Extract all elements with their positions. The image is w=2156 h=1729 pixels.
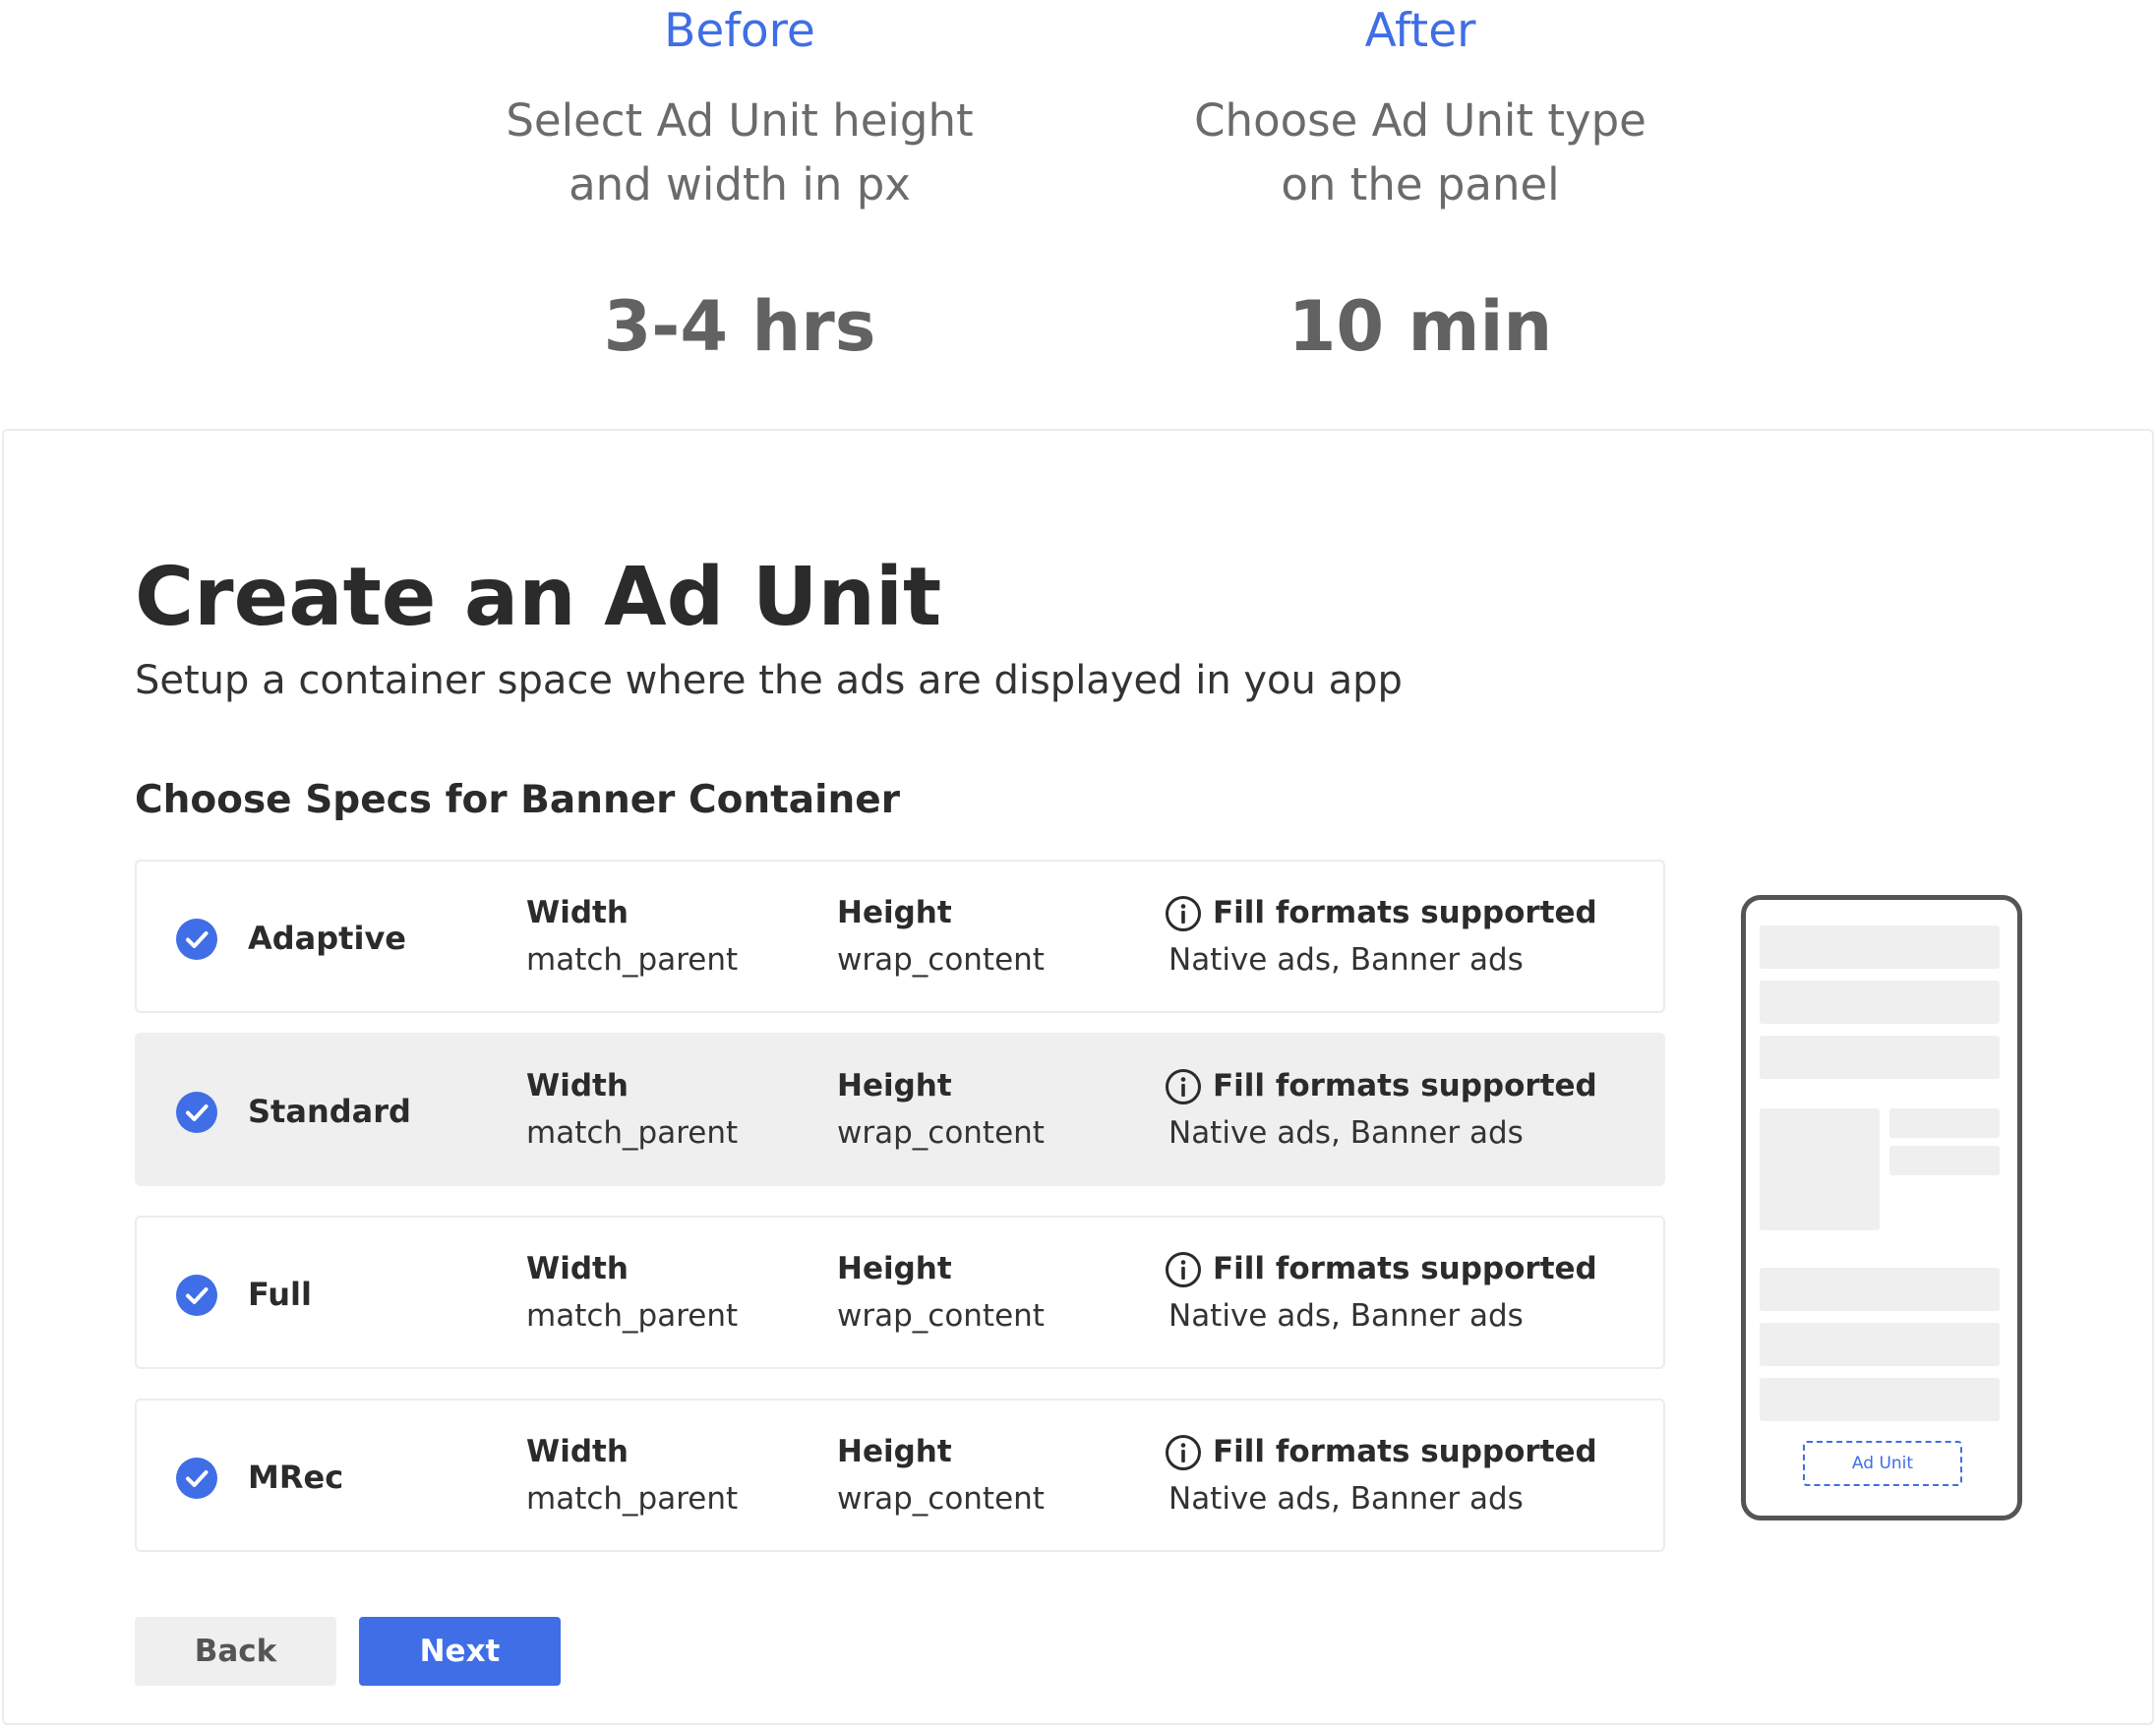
info-icon[interactable] xyxy=(1165,895,1202,932)
placeholder-block xyxy=(1760,1378,2000,1421)
placeholder-block xyxy=(1760,1268,2000,1311)
check-circle-icon[interactable] xyxy=(176,1092,217,1133)
spec-option-name: Standard xyxy=(248,1093,411,1130)
placeholder-line xyxy=(1889,1108,2000,1138)
height-label: Height xyxy=(837,1434,952,1469)
before-time: 3-4 hrs xyxy=(603,286,876,367)
after-label: After xyxy=(1364,4,1476,58)
fill-formats-label: Fill formats supported xyxy=(1213,1434,1597,1469)
after-desc-line-2: on the panel xyxy=(1281,158,1560,210)
width-value: match_parent xyxy=(526,942,739,978)
placeholder-block xyxy=(1760,981,2000,1024)
next-button[interactable]: Next xyxy=(359,1617,561,1686)
placeholder-block xyxy=(1760,1323,2000,1366)
info-icon[interactable] xyxy=(1165,1068,1202,1105)
fill-formats-value: Native ads, Banner ads xyxy=(1168,1115,1524,1151)
spec-option-full[interactable]: Full Width match_parent Height wrap_cont… xyxy=(135,1216,1665,1369)
width-label: Width xyxy=(526,1068,629,1103)
spec-option-mrec[interactable]: MRec Width match_parent Height wrap_cont… xyxy=(135,1399,1665,1552)
width-value: match_parent xyxy=(526,1298,739,1334)
check-circle-icon[interactable] xyxy=(176,1275,217,1316)
after-description: Choose Ad Unit type on the panel xyxy=(1106,89,1735,216)
before-description: Select Ad Unit height and width in px xyxy=(425,89,1054,216)
width-label: Width xyxy=(526,1251,629,1286)
info-icon[interactable] xyxy=(1165,1251,1202,1288)
placeholder-line xyxy=(1889,1146,2000,1175)
placeholder-block xyxy=(1760,925,2000,969)
phone-preview: Ad Unit xyxy=(1741,895,2022,1520)
spec-option-name: Adaptive xyxy=(248,920,406,957)
fill-formats-label: Fill formats supported xyxy=(1213,1251,1597,1286)
height-label: Height xyxy=(837,895,952,930)
info-icon[interactable] xyxy=(1165,1434,1202,1471)
ad-unit-slot: Ad Unit xyxy=(1803,1441,1962,1486)
section-title: Choose Specs for Banner Container xyxy=(135,778,900,822)
height-value: wrap_content xyxy=(837,1298,1045,1334)
width-label: Width xyxy=(526,895,629,930)
spec-option-name: MRec xyxy=(248,1459,344,1496)
spec-option-standard[interactable]: Standard Width match_parent Height wrap_… xyxy=(135,1033,1665,1186)
height-label: Height xyxy=(837,1251,952,1286)
height-value: wrap_content xyxy=(837,1481,1045,1517)
after-time: 10 min xyxy=(1288,286,1553,367)
height-label: Height xyxy=(837,1068,952,1103)
spec-option-adaptive[interactable]: Adaptive Width match_parent Height wrap_… xyxy=(135,860,1665,1013)
fill-formats-value: Native ads, Banner ads xyxy=(1168,1481,1524,1517)
create-ad-unit-card: Create an Ad Unit Setup a container spac… xyxy=(2,429,2154,1725)
comparison-header: Before Select Ad Unit height and width i… xyxy=(0,0,2156,429)
spec-option-name: Full xyxy=(248,1276,312,1313)
before-desc-line-2: and width in px xyxy=(569,158,911,210)
height-value: wrap_content xyxy=(837,942,1045,978)
width-value: match_parent xyxy=(526,1481,739,1517)
fill-formats-label: Fill formats supported xyxy=(1213,895,1597,930)
page-subtitle: Setup a container space where the ads ar… xyxy=(135,658,1403,703)
fill-formats-value: Native ads, Banner ads xyxy=(1168,942,1524,978)
placeholder-image xyxy=(1760,1108,1880,1230)
width-value: match_parent xyxy=(526,1115,739,1151)
width-label: Width xyxy=(526,1434,629,1469)
fill-formats-label: Fill formats supported xyxy=(1213,1068,1597,1103)
height-value: wrap_content xyxy=(837,1115,1045,1151)
placeholder-block xyxy=(1760,1036,2000,1079)
page-title: Create an Ad Unit xyxy=(135,551,942,644)
back-button[interactable]: Back xyxy=(135,1617,336,1686)
before-label: Before xyxy=(664,4,815,58)
before-desc-line-1: Select Ad Unit height xyxy=(506,94,974,147)
check-circle-icon[interactable] xyxy=(176,919,217,960)
after-desc-line-1: Choose Ad Unit type xyxy=(1194,94,1647,147)
check-circle-icon[interactable] xyxy=(176,1458,217,1499)
fill-formats-value: Native ads, Banner ads xyxy=(1168,1298,1524,1334)
